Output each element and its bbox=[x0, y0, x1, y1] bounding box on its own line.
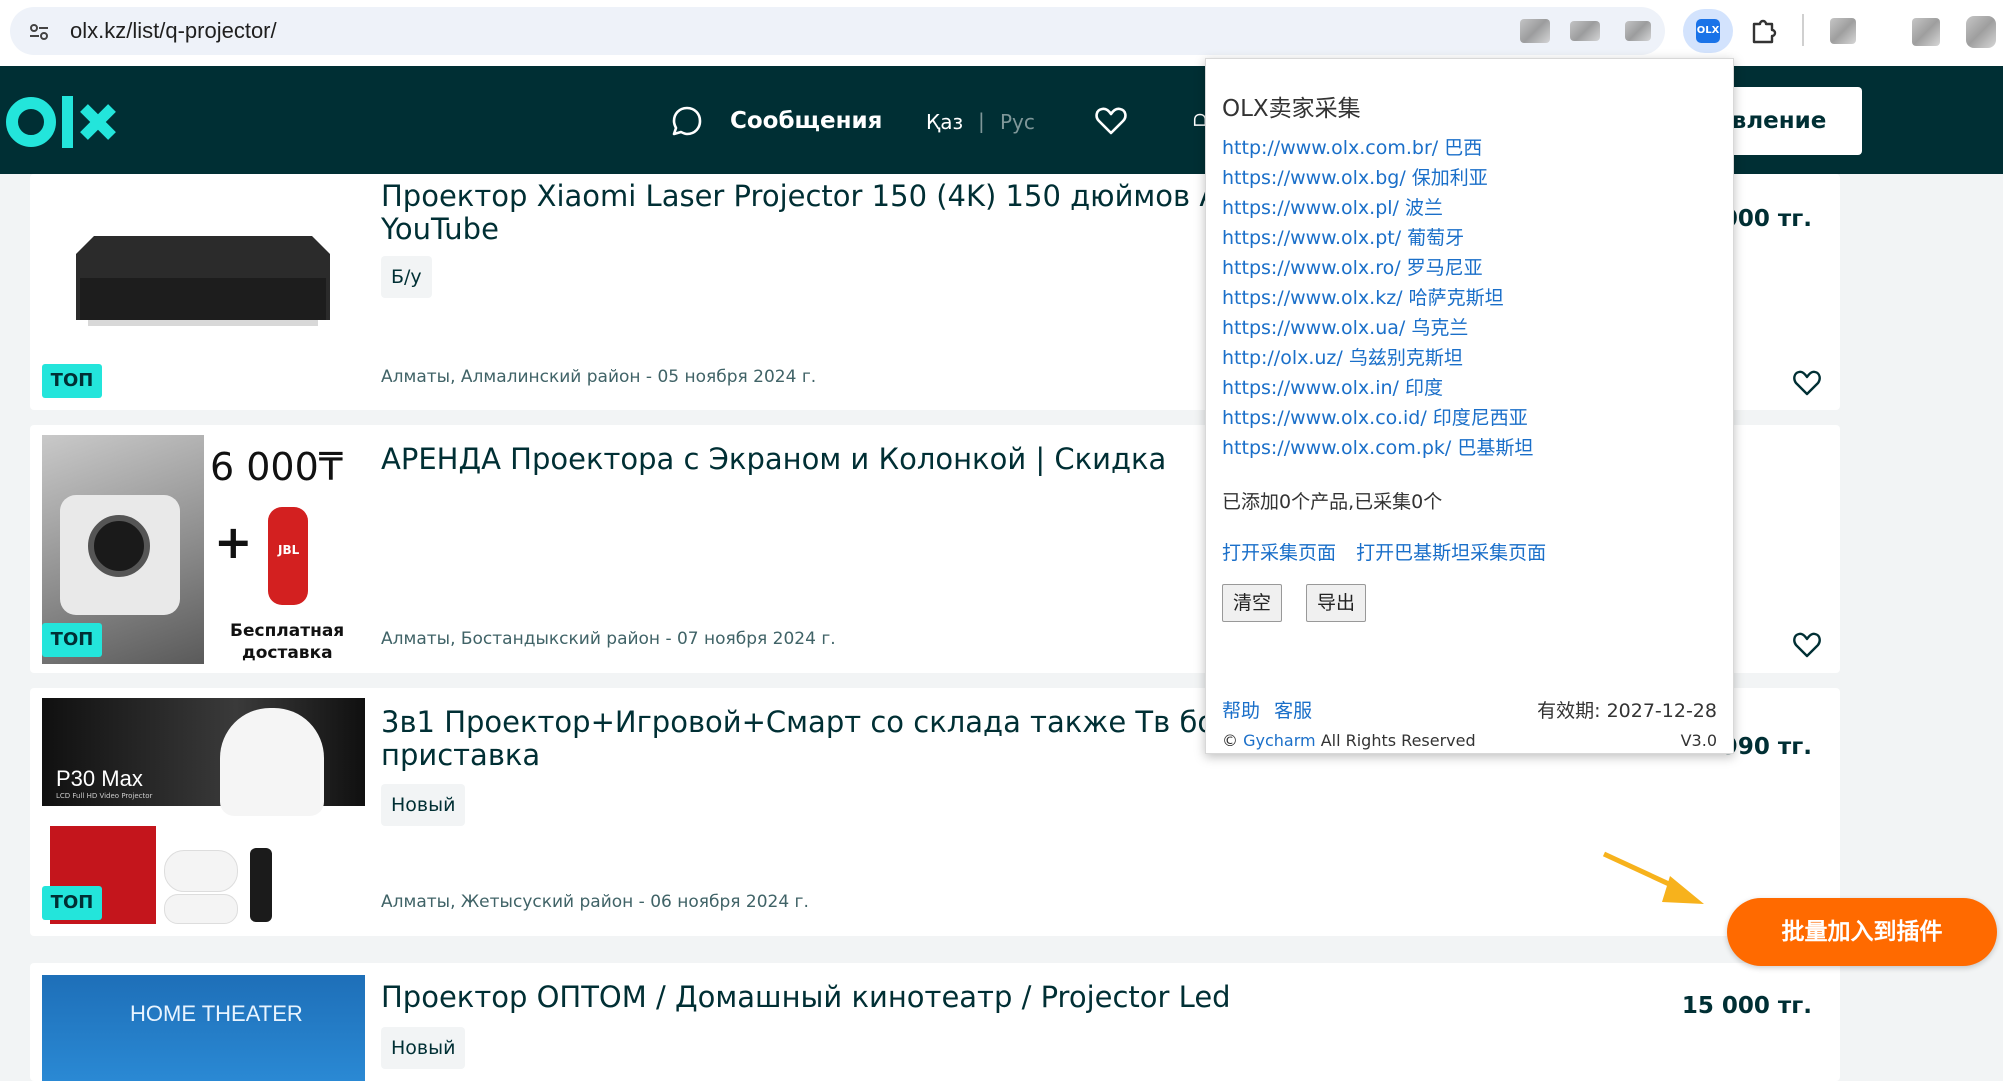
brand-link[interactable]: Gycharm bbox=[1243, 731, 1316, 750]
site-link[interactable]: http://olx.uz/ 乌兹别克斯坦 bbox=[1222, 343, 1533, 373]
site-settings-icon[interactable] bbox=[28, 21, 50, 43]
condition-badge: Новый bbox=[381, 1027, 466, 1069]
listing-price: 15 000 тг. bbox=[1681, 993, 1812, 1019]
projector-white bbox=[220, 708, 324, 816]
address-bar[interactable]: olx.kz/list/q-projector/ bbox=[10, 7, 1665, 55]
site-link[interactable]: https://www.olx.bg/ 保加利亚 bbox=[1222, 163, 1533, 193]
copyright-text: All Rights Reserved bbox=[1320, 731, 1476, 750]
export-button[interactable]: 导出 bbox=[1306, 584, 1367, 622]
delivery-text: Бесплатная bbox=[230, 621, 345, 641]
image-banner-text: HOME THEATER bbox=[130, 1001, 303, 1026]
lang-separator: | bbox=[978, 109, 985, 133]
condition-badge: Новый bbox=[381, 784, 466, 826]
open-pk-collect-link[interactable]: 打开巴基斯坦采集页面 bbox=[1356, 542, 1546, 564]
speaker-brand-text: JBL bbox=[278, 543, 300, 557]
listing-image[interactable]: HOME THEATER bbox=[42, 975, 365, 1081]
site-link[interactable]: https://www.olx.kz/ 哈萨克斯坦 bbox=[1222, 283, 1533, 313]
favorite-heart-icon[interactable] bbox=[1792, 630, 1822, 660]
blurred-icon bbox=[1570, 21, 1600, 41]
site-link[interactable]: http://www.olx.com.br/ 巴西 bbox=[1222, 133, 1533, 163]
top-badge: ТОП bbox=[42, 623, 102, 657]
listing-location-date: Алматы, Алмалинский район - 05 ноября 20… bbox=[381, 367, 817, 387]
top-badge: ТОП bbox=[42, 886, 102, 920]
image-price-text: 6 000₸ bbox=[210, 445, 343, 489]
collection-status: 已添加0个产品,已采集0个 bbox=[1222, 491, 1443, 513]
remote bbox=[250, 848, 272, 922]
clear-button[interactable]: 清空 bbox=[1222, 584, 1283, 622]
toolbar-divider bbox=[1802, 14, 1804, 46]
top-badge: ТОП bbox=[42, 364, 102, 398]
blurred-icon bbox=[1625, 21, 1651, 41]
service-link[interactable]: 客服 bbox=[1274, 700, 1312, 722]
olx-extension-button[interactable]: OLX bbox=[1683, 9, 1733, 53]
validity-date: 有效期: 2027-12-28 bbox=[1537, 700, 1717, 722]
gamepad bbox=[164, 850, 238, 892]
favorites-heart-icon[interactable] bbox=[1094, 104, 1128, 138]
image-plus-text: + bbox=[214, 515, 253, 569]
image-sub-text: LCD Full HD Video Projector bbox=[56, 792, 153, 800]
blurred-icon bbox=[1830, 18, 1856, 44]
help-link[interactable]: 帮助 bbox=[1222, 700, 1260, 722]
version-label: V3.0 bbox=[1680, 731, 1717, 750]
popup-title: OLX卖家采集 bbox=[1222, 96, 1361, 122]
projector-lens bbox=[88, 515, 150, 577]
popup-actions-links: 打开采集页面 打开巴基斯坦采集页面 bbox=[1222, 538, 1560, 565]
help-links: 帮助 客服 bbox=[1222, 696, 1320, 723]
blurred-avatar[interactable] bbox=[1966, 16, 1996, 48]
site-link[interactable]: https://www.olx.in/ 印度 bbox=[1222, 373, 1533, 403]
open-collect-link[interactable]: 打开采集页面 bbox=[1222, 542, 1336, 564]
condition-badge: Б/у bbox=[381, 256, 432, 298]
messages-link[interactable]: Сообщения bbox=[730, 108, 882, 134]
olx-logo[interactable] bbox=[6, 96, 116, 148]
site-link[interactable]: https://www.olx.co.id/ 印度尼西亚 bbox=[1222, 403, 1533, 433]
listing-location-date: Алматы, Бостандыкский район - 07 ноября … bbox=[381, 629, 836, 649]
listing-location-date: Алматы, Жетысуский район - 06 ноября 202… bbox=[381, 892, 809, 912]
lang-rus-link[interactable]: Рус bbox=[1000, 110, 1035, 134]
olx-collector-popup: OLX卖家采集 http://www.olx.com.br/ 巴西 https:… bbox=[1205, 58, 1734, 754]
blurred-icon bbox=[1520, 19, 1550, 43]
extensions-puzzle-icon[interactable] bbox=[1748, 14, 1780, 46]
site-link[interactable]: https://www.olx.com.pk/ 巴基斯坦 bbox=[1222, 433, 1533, 463]
gamepad bbox=[164, 894, 238, 924]
site-list: http://www.olx.com.br/ 巴西 https://www.ol… bbox=[1222, 133, 1533, 463]
site-link[interactable]: https://www.olx.ro/ 罗马尼亚 bbox=[1222, 253, 1533, 283]
image-model-text: P30 Max bbox=[56, 766, 143, 791]
listing-price: 990 тг. bbox=[1721, 734, 1812, 760]
listing-price: 000 тг. bbox=[1721, 206, 1812, 232]
site-link[interactable]: https://www.olx.ua/ 乌克兰 bbox=[1222, 313, 1533, 343]
batch-add-to-plugin-button[interactable]: 批量加入到插件 bbox=[1727, 898, 1997, 966]
browser-toolbar: olx.kz/list/q-projector/ OLX bbox=[0, 0, 2003, 66]
chat-bubble-icon[interactable] bbox=[670, 104, 704, 138]
site-link[interactable]: https://www.olx.pt/ 葡萄牙 bbox=[1222, 223, 1533, 253]
favorite-heart-icon[interactable] bbox=[1792, 368, 1822, 398]
listing-title[interactable]: Проектор ОПТОМ / Домашный кинотеатр / Pr… bbox=[381, 981, 1431, 1014]
url-text[interactable]: olx.kz/list/q-projector/ bbox=[70, 18, 277, 44]
copyright-symbol: © bbox=[1222, 731, 1238, 750]
blurred-icon bbox=[1912, 18, 1940, 46]
arrow-pointer-icon bbox=[1602, 851, 1704, 904]
olx-extension-icon: OLX bbox=[1696, 19, 1720, 43]
lang-kaz-link[interactable]: Қаз bbox=[926, 110, 963, 134]
delivery-text: доставка bbox=[242, 643, 333, 663]
copyright: © Gycharm All Rights Reserved bbox=[1222, 731, 1476, 750]
listing-card[interactable]: HOME THEATER Проектор ОПТОМ / Домашный к… bbox=[30, 963, 1840, 1081]
site-link[interactable]: https://www.olx.pl/ 波兰 bbox=[1222, 193, 1533, 223]
